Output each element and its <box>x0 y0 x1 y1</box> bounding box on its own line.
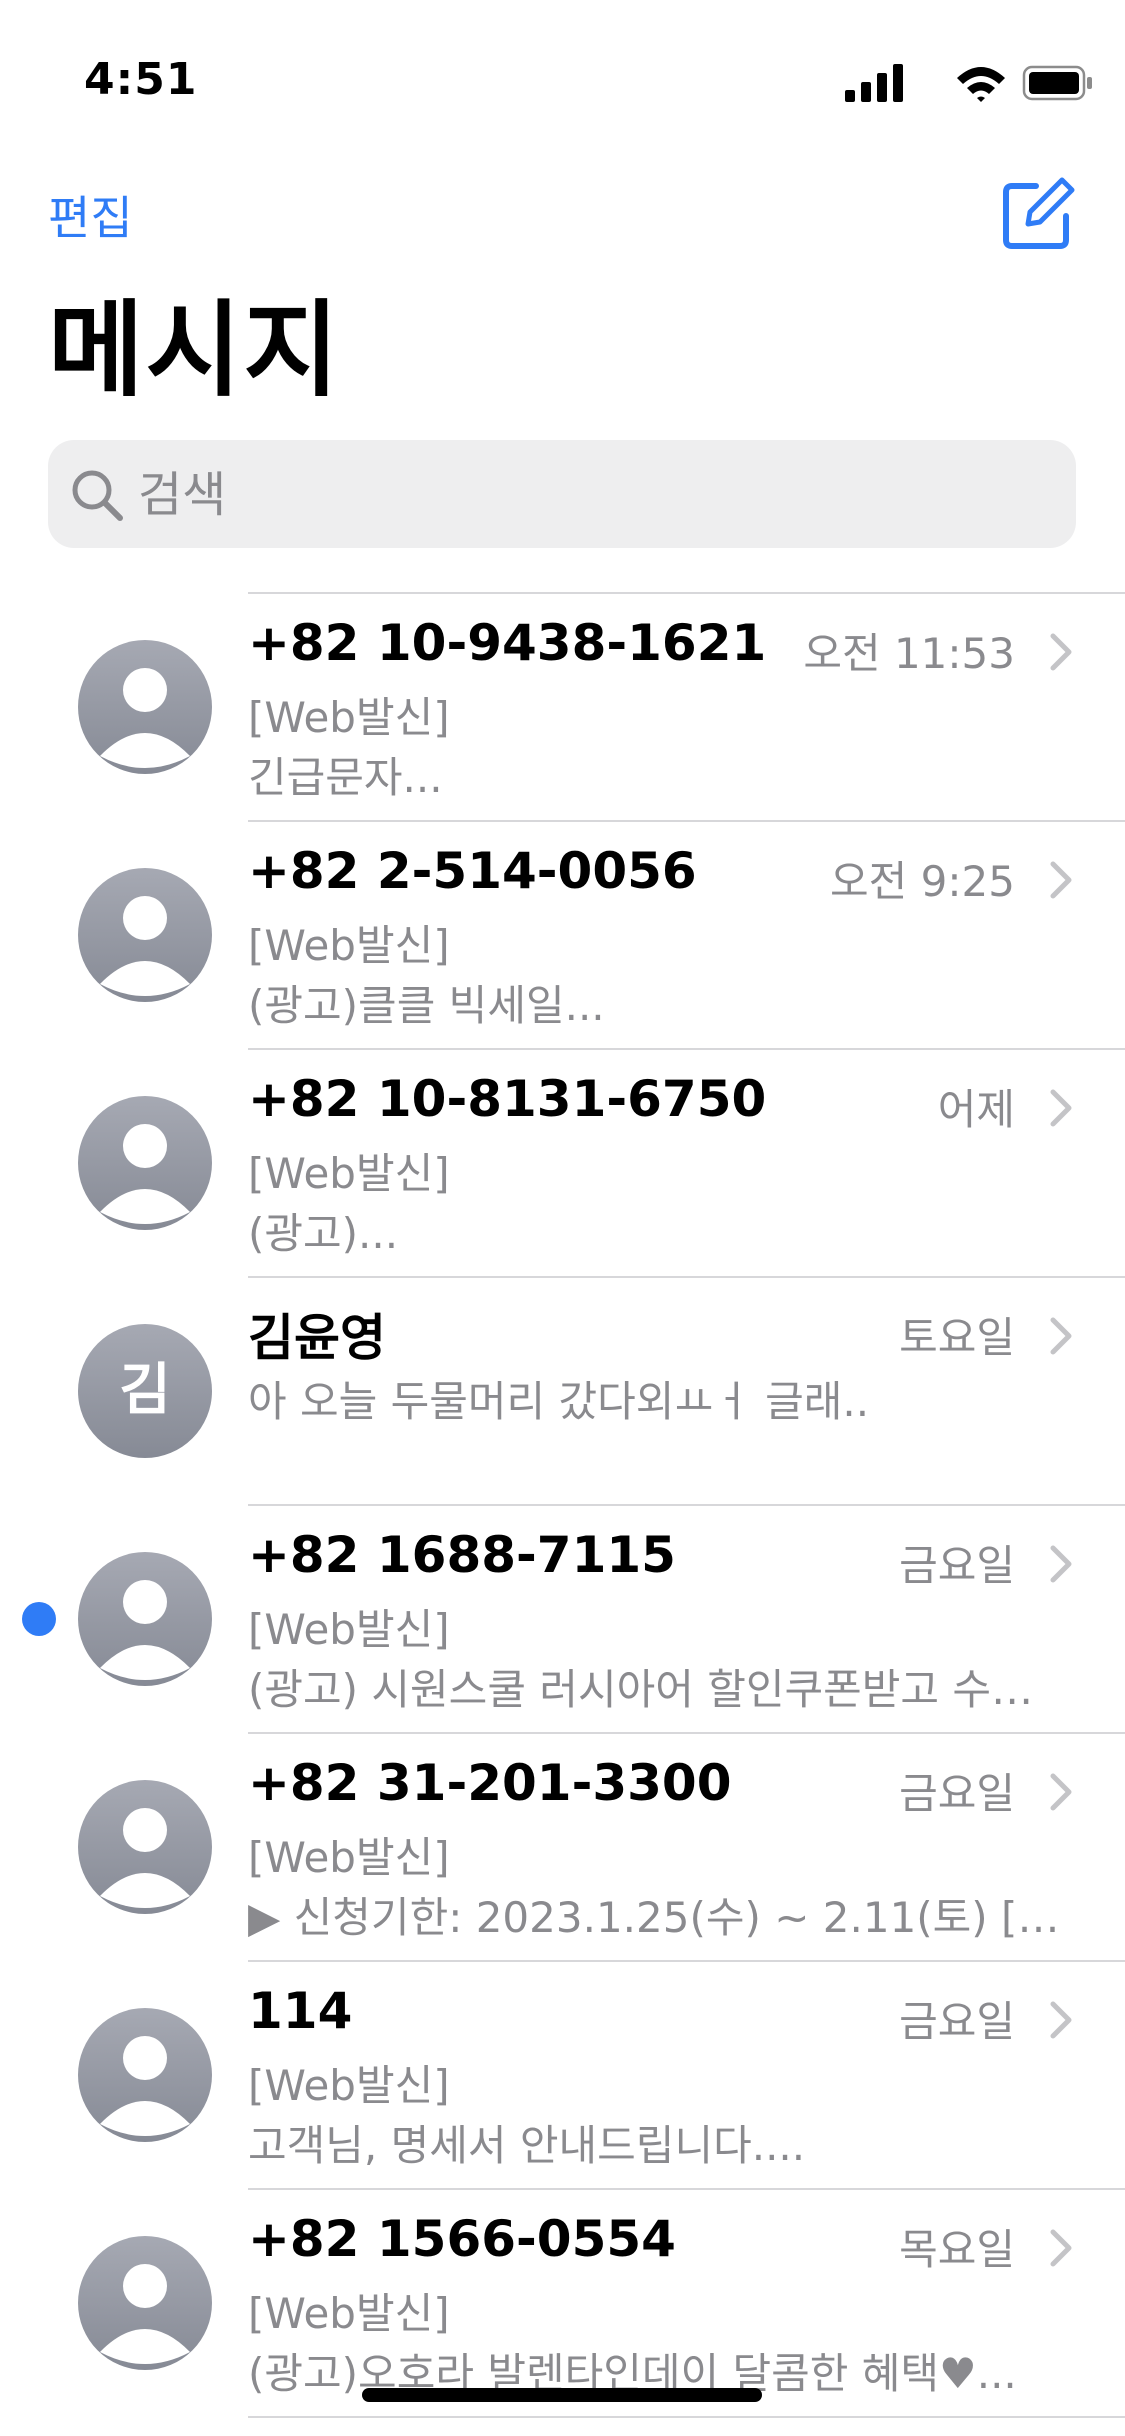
chevron-right-icon <box>1050 2001 1072 2039</box>
conversation-name: 김윤영 <box>248 1309 386 1367</box>
cellular-signal-icon <box>845 64 903 102</box>
person-icon <box>78 868 212 1002</box>
chevron-right-icon <box>1050 1545 1072 1583</box>
conversation-time: 토요일 <box>899 1313 1015 1362</box>
message-preview-line-1: [Web발신] <box>248 1605 450 1654</box>
conversation-row[interactable]: +82 10-9438-1621 오전 11:53 [Web발신] 긴급문자..… <box>0 594 1125 822</box>
chevron-right-icon <box>1050 1089 1072 1127</box>
conversation-time: 어제 <box>937 1085 1015 1134</box>
chevron-right-icon <box>1050 861 1072 899</box>
wifi-icon <box>957 67 1005 102</box>
conversation-name: +82 1688-7115 <box>248 1526 676 1584</box>
status-icons <box>845 64 1092 102</box>
conversation-time: 오전 9:25 <box>830 857 1015 906</box>
chevron-right-icon <box>1050 1317 1072 1355</box>
conversation-name: +82 10-8131-6750 <box>248 1070 767 1128</box>
battery-icon <box>1022 65 1092 101</box>
conversation-row[interactable]: +82 10-8131-6750 어제 [Web발신] (광고)... <box>0 1050 1125 1278</box>
message-preview-line-1: [Web발신] <box>248 1149 450 1198</box>
conversation-time: 금요일 <box>899 1997 1015 2046</box>
conversation-row[interactable]: 김 김윤영 토요일 아 오늘 두물머리 갔다외ㅛㅓ 글래.. <box>0 1278 1125 1506</box>
person-icon <box>78 1552 212 1686</box>
message-preview-line-1: [Web발신] <box>248 2289 450 2338</box>
person-icon <box>78 1096 212 1230</box>
conversation-name: 114 <box>248 1982 353 2040</box>
conversation-row[interactable]: +82 31-201-3300 금요일 [Web발신] ▶ 신청기한: 2023… <box>0 1734 1125 1962</box>
page-title: 메시지 <box>48 289 342 411</box>
status-bar: 4:51 <box>0 0 1125 140</box>
edit-button[interactable]: 편집 <box>48 182 133 248</box>
conversation-row[interactable]: +82 1688-7115 금요일 [Web발신] (광고) 시원스쿨 러시아어… <box>0 1506 1125 1734</box>
divider <box>248 2416 1125 2418</box>
message-preview-line-2: (광고) 시원스쿨 러시아어 할인쿠폰받고 수강… <box>248 1665 1068 1714</box>
person-icon <box>78 2008 212 2142</box>
message-preview-line-1: [Web발신] <box>248 921 450 970</box>
chevron-right-icon <box>1050 633 1072 671</box>
status-time: 4:51 <box>84 54 198 105</box>
avatar-initial: 김 <box>119 1358 171 1423</box>
conversation-time: 금요일 <box>899 1769 1015 1818</box>
conversation-name: +82 1566-0554 <box>248 2210 676 2268</box>
unread-indicator <box>22 1602 56 1636</box>
message-preview-line-2: (광고)... <box>248 1209 399 1258</box>
message-preview-line-2: ▶ 신청기한: 2023.1.25(수) ~ 2.11(토) [선… <box>248 1893 1068 1942</box>
message-preview-line-2: (광고)클클 빅세일... <box>248 981 605 1030</box>
conversation-row[interactable]: +82 1566-0554 목요일 [Web발신] (광고)오호라 발렌타인데이… <box>0 2190 1125 2418</box>
conversation-name: +82 31-201-3300 <box>248 1754 732 1812</box>
conversation-name: +82 2-514-0056 <box>248 842 697 900</box>
home-indicator[interactable] <box>362 2388 762 2402</box>
compose-icon[interactable] <box>1000 176 1076 252</box>
conversation-name: +82 10-9438-1621 <box>248 614 767 672</box>
chevron-right-icon <box>1050 2229 1072 2267</box>
person-icon <box>78 2236 212 2370</box>
message-preview-line-2: 긴급문자... <box>248 753 443 802</box>
person-icon <box>78 640 212 774</box>
search-input[interactable] <box>136 454 1040 536</box>
message-preview-line-1: [Web발신] <box>248 1833 450 1882</box>
chevron-right-icon <box>1050 1773 1072 1811</box>
message-preview-line-2: 고객님, 명세서 안내드립니다.... <box>248 2121 806 2170</box>
search-bar[interactable] <box>48 440 1076 548</box>
message-preview-line-1: [Web발신] <box>248 693 450 742</box>
conversation-row[interactable]: 114 금요일 [Web발신] 고객님, 명세서 안내드립니다.... <box>0 1962 1125 2190</box>
message-preview-line-1: 아 오늘 두물머리 갔다외ㅛㅓ 글래.. <box>248 1377 870 1426</box>
message-preview-line-1: [Web발신] <box>248 2061 450 2110</box>
search-icon <box>72 470 123 521</box>
person-icon <box>78 1780 212 1914</box>
conversation-row[interactable]: +82 2-514-0056 오전 9:25 [Web발신] (광고)클클 빅세… <box>0 822 1125 1050</box>
avatar: 김 <box>78 1324 212 1458</box>
conversation-time: 오전 11:53 <box>803 629 1015 678</box>
conversation-time: 목요일 <box>899 2225 1015 2274</box>
conversation-time: 금요일 <box>899 1541 1015 1590</box>
